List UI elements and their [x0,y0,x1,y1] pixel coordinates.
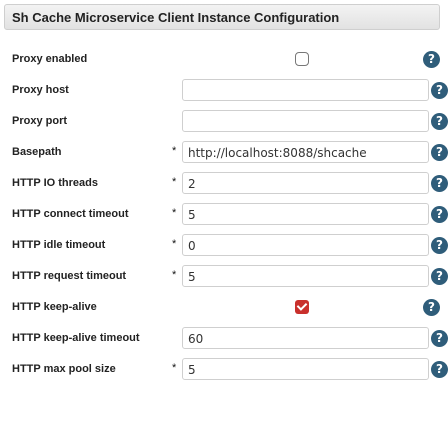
field-label: HTTP keep-alive [12,301,97,313]
input-value: 0 [188,239,196,253]
http-io-threads-input[interactable]: 2 [182,172,429,194]
field-label: HTTP request timeout [12,270,127,282]
input-value: 5 [188,270,196,284]
input-value: 5 [188,363,196,377]
input-value: 2 [188,177,196,191]
field-label: Proxy enabled [12,53,88,65]
http-idle-timeout-input[interactable]: 0 [182,234,429,256]
help-icon[interactable]: ? [431,113,448,130]
help-icon[interactable]: ? [423,51,440,68]
help-icon[interactable]: ? [423,299,440,316]
field-label: Basepath [12,146,62,158]
field-label: HTTP max pool size [12,363,116,375]
help-icon[interactable]: ? [431,144,448,161]
field-label: Proxy host [12,84,69,96]
help-icon[interactable]: ? [431,237,448,254]
field-row-http-keep-alive: HTTP keep-alive ? [0,295,448,321]
field-row-http-connect-timeout: HTTP connect timeout * 5 ? [0,202,448,228]
required-asterisk: * [172,207,177,219]
help-icon[interactable]: ? [431,82,448,99]
help-icon[interactable]: ? [431,268,448,285]
help-icon[interactable]: ? [431,206,448,223]
field-row-http-io-threads: HTTP IO threads * 2 ? [0,171,448,197]
field-row-proxy-port: Proxy port ? [0,109,448,135]
required-asterisk: * [172,269,177,281]
http-connect-timeout-input[interactable]: 5 [182,203,429,225]
input-value: 5 [188,208,196,222]
help-icon[interactable]: ? [431,361,448,378]
http-keep-alive-timeout-input[interactable]: 60 [182,327,429,349]
field-label: Proxy port [12,115,68,127]
field-label: HTTP connect timeout [12,208,129,220]
field-label: HTTP idle timeout [12,239,106,251]
http-max-pool-size-input[interactable]: 5 [182,358,429,380]
proxy-port-input[interactable] [182,110,429,132]
field-row-http-idle-timeout: HTTP idle timeout * 0 ? [0,233,448,259]
help-icon[interactable]: ? [431,175,448,192]
page-title: Sh Cache Microservice Client Instance Co… [12,10,340,25]
field-row-http-request-timeout: HTTP request timeout * 5 ? [0,264,448,290]
required-asterisk: * [172,145,177,157]
required-asterisk: * [172,362,177,374]
input-value: http://localhost:8088/shcache [188,146,367,160]
required-asterisk: * [172,176,177,188]
field-row-proxy-enabled: Proxy enabled ? [0,47,448,73]
http-keep-alive-checkbox[interactable] [295,300,309,314]
basepath-input[interactable]: http://localhost:8088/shcache [182,141,429,163]
input-value: 60 [188,332,204,346]
proxy-enabled-checkbox[interactable] [295,52,309,66]
field-row-proxy-host: Proxy host ? [0,78,448,104]
field-row-basepath: Basepath * http://localhost:8088/shcache… [0,140,448,166]
field-label: HTTP IO threads [12,177,98,189]
config-title-bar: Sh Cache Microservice Client Instance Co… [4,4,440,30]
field-row-http-max-pool-size: HTTP max pool size * 5 ? [0,357,448,383]
field-label: HTTP keep-alive timeout [12,332,140,344]
proxy-host-input[interactable] [182,79,429,101]
required-asterisk: * [172,238,177,250]
field-row-http-keep-alive-timeout: HTTP keep-alive timeout 60 ? [0,326,448,352]
http-request-timeout-input[interactable]: 5 [182,265,429,287]
help-icon[interactable]: ? [431,330,448,347]
